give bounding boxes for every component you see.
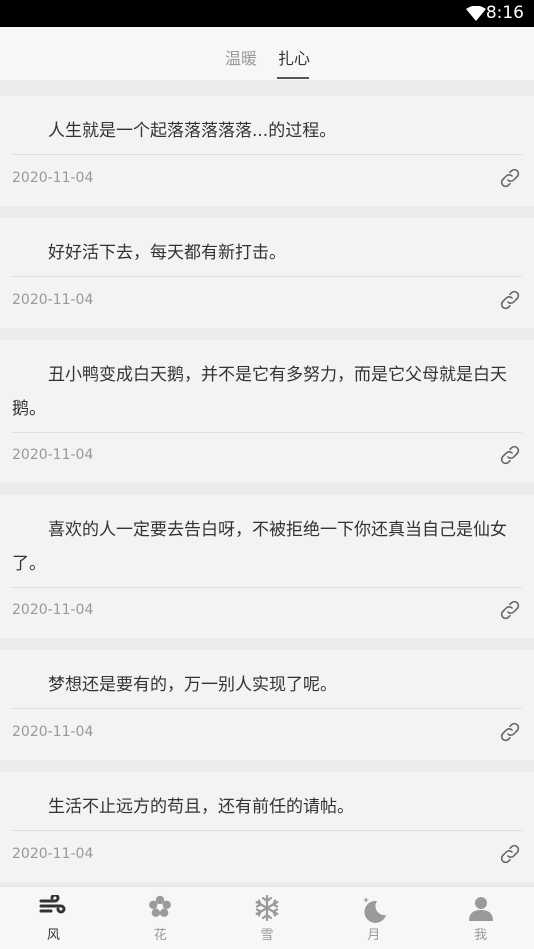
card-divider [12, 432, 522, 433]
quote-date: 2020-11-04 [12, 292, 94, 308]
link-icon[interactable] [498, 598, 522, 622]
tab-heartbreak[interactable]: 扎心 [278, 45, 310, 69]
card-divider [12, 830, 522, 831]
quote-date: 2020-11-04 [12, 724, 94, 740]
quote-date: 2020-11-04 [12, 447, 94, 463]
quote-card: 梦想还是要有的，万一别人实现了呢。 2020-11-04 [0, 650, 534, 760]
wind-icon [39, 895, 66, 914]
nav-label: 风 [46, 928, 60, 943]
quote-card: 人生就是一个起落落落落落...的过程。 2020-11-04 [0, 96, 534, 206]
nav-item-wind[interactable]: 风 [0, 887, 107, 949]
nav-item-moon[interactable]: 月 [320, 887, 427, 949]
quote-text: 喜欢的人一定要去告白呀，不被拒绝一下你还真当自己是仙女了。 [12, 520, 507, 574]
top-tab-bar: 温暖 扎心 [0, 27, 534, 80]
card-divider [12, 154, 522, 155]
quote-text: 梦想还是要有的，万一别人实现了呢。 [48, 675, 337, 695]
quote-date: 2020-11-04 [12, 170, 94, 186]
nav-item-me[interactable]: 我 [427, 887, 534, 949]
snowflake-icon [255, 895, 279, 921]
nav-label: 雪 [260, 928, 274, 943]
nav-label: 花 [153, 928, 167, 943]
quote-card: 生活不止远方的苟且，还有前任的请帖。 2020-11-04 [0, 772, 534, 882]
quote-text: 人生就是一个起落落落落落...的过程。 [48, 121, 337, 141]
link-icon[interactable] [498, 288, 522, 312]
quote-text: 好好活下去，每天都有新打击。 [48, 243, 286, 263]
quote-feed[interactable]: 人生就是一个起落落落落落...的过程。 2020-11-04 好好活下去，每天都… [0, 80, 534, 886]
status-bar: 8:16 [0, 0, 534, 27]
quote-date: 2020-11-04 [12, 602, 94, 618]
link-icon[interactable] [498, 166, 522, 190]
link-icon[interactable] [498, 842, 522, 866]
nav-label: 我 [474, 928, 488, 943]
link-icon[interactable] [498, 443, 522, 467]
quote-date: 2020-11-04 [12, 846, 94, 862]
quote-card: 丑小鸭变成白天鹅，并不是它有多努力，而是它父母就是白天鹅。 2020-11-04 [0, 340, 534, 483]
card-divider [12, 587, 522, 588]
user-icon [468, 897, 493, 921]
moon-icon [362, 897, 386, 923]
tab-warm[interactable]: 温暖 [225, 45, 257, 69]
quote-text: 丑小鸭变成白天鹅，并不是它有多努力，而是它父母就是白天鹅。 [12, 365, 507, 419]
bottom-nav-bar: 风 花 雪 月 我 [0, 886, 534, 949]
wifi-icon [466, 6, 486, 21]
quote-text: 生活不止远方的苟且，还有前任的请帖。 [48, 797, 354, 817]
active-tab-indicator [277, 77, 309, 79]
link-icon[interactable] [498, 720, 522, 744]
card-divider [12, 708, 522, 709]
nav-item-flower[interactable]: 花 [107, 887, 214, 949]
status-time: 8:16 [485, 3, 524, 23]
quote-card: 喜欢的人一定要去告白呀，不被拒绝一下你还真当自己是仙女了。 2020-11-04 [0, 495, 534, 638]
card-divider [12, 276, 522, 277]
nav-item-snow[interactable]: 雪 [214, 887, 321, 949]
nav-label: 月 [367, 928, 381, 943]
quote-card: 好好活下去，每天都有新打击。 2020-11-04 [0, 218, 534, 328]
flower-icon [149, 895, 172, 917]
